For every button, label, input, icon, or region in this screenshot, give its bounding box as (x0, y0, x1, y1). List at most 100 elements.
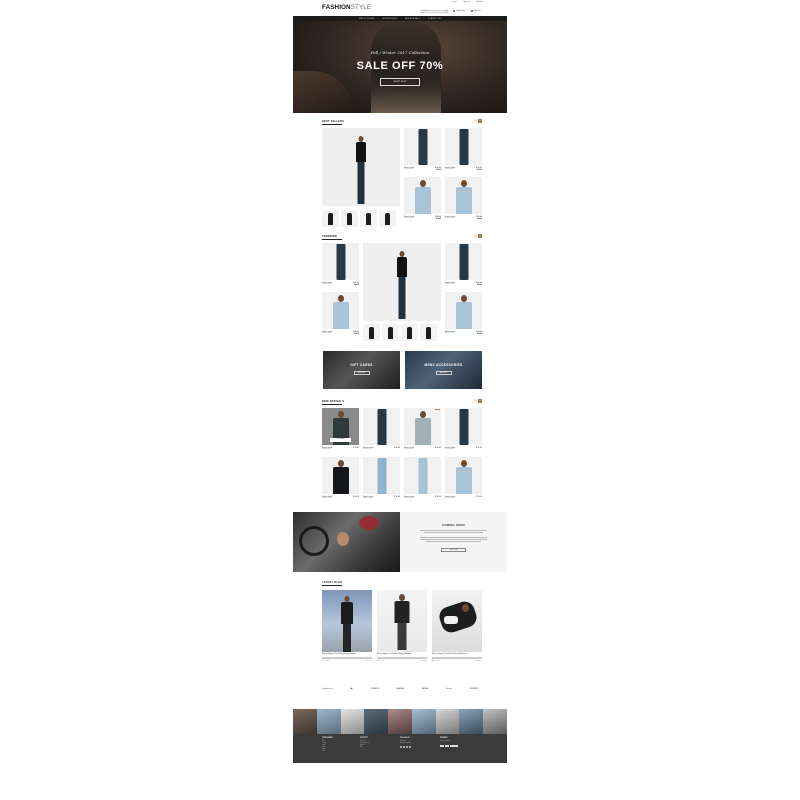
brand-logos: Signature ◉ CLINCH SAVILE BOSS Hemp CLIN… (322, 684, 478, 693)
featured-thumbnails (363, 324, 437, 341)
product-card[interactable]: Stretch jacket Fashion Style $ 30.00 $ 4… (445, 128, 482, 176)
mens-accessories-banner[interactable]: MENS ACCESSORIES SHOP NOW (405, 351, 482, 389)
blog-post-title[interactable]: Mens Instagrams That Make A Strong Diffe… (322, 654, 372, 656)
coming-soon-button[interactable]: SHOP NOW (441, 548, 466, 552)
read-more-link[interactable]: Read more (476, 661, 482, 662)
model-torso (341, 602, 353, 624)
blog-post[interactable]: Mens Instagrams That Make A Strong Diffe… (322, 590, 372, 662)
product-card[interactable]: Stretch jacket Fashion Style $ 30.00 (445, 457, 482, 505)
model-head (460, 295, 467, 302)
thumbnail[interactable] (401, 324, 418, 341)
next-arrow-icon[interactable]: › (478, 234, 482, 238)
product-card[interactable]: Stretch jacket Fashion Style $ 30.00 (322, 457, 359, 505)
product-card[interactable]: Stretch jacket Fashion Style $ 30.00 (363, 408, 400, 456)
nav-item-accessories[interactable]: ACCESSORIES (383, 18, 397, 20)
blog-excerpt-line (432, 656, 482, 658)
instagram-photo[interactable] (483, 709, 508, 734)
product-card[interactable]: Stretch jacket Fashion Style $ 30.00 (404, 457, 441, 505)
brand-logo[interactable]: ◉ (351, 687, 353, 690)
brand-logo[interactable]: CLINCH (370, 688, 378, 690)
featured-product[interactable] (363, 243, 441, 321)
instagram-photo[interactable] (316, 709, 341, 734)
instagram-photo[interactable] (364, 709, 389, 734)
blog-excerpt-line (322, 658, 372, 659)
nav-item-contact[interactable]: CONTACT US (428, 18, 441, 20)
product-card[interactable]: Stretch jacket Fashion Style $ 30.00 $ 4… (322, 243, 359, 291)
facebook-icon[interactable] (400, 746, 402, 748)
thumbnail[interactable] (382, 324, 399, 341)
text-line (420, 537, 487, 538)
product-card[interactable]: Stretch jacket Fashion Style $ 30.00 $ 4… (404, 177, 441, 225)
site-logo[interactable]: FASHIONSTYLE (322, 4, 371, 11)
thumbnail[interactable] (379, 210, 396, 227)
search-input[interactable]: Search... ⚲ (421, 10, 448, 13)
brand-logo[interactable]: Signature (322, 687, 333, 690)
instagram-photo[interactable] (411, 709, 436, 734)
jeans (377, 409, 386, 445)
product-card[interactable]: Stretch jacket Fashion Style $ 30.00 $ 4… (445, 177, 482, 225)
brand-logo[interactable]: Hemp (446, 688, 452, 690)
thumbnail[interactable] (322, 210, 339, 227)
blog-post-title[interactable]: Mens Instagrams That Make A Strong Diffe… (377, 654, 427, 656)
hero-shop-button[interactable]: SHOP NOW (380, 78, 420, 86)
instagram-photo[interactable] (435, 709, 460, 734)
wishlist-link[interactable]: Wishlist (476, 1, 483, 3)
brand-logo[interactable]: CLINCH (470, 688, 478, 690)
gift-cards-banner[interactable]: GIFT CARDS SHOP NOW (323, 351, 400, 389)
footer-link[interactable]: Sign up for updates (400, 743, 411, 745)
store-page: Log in Sign up Wishlist FASHIONSTYLE Sea… (293, 0, 508, 766)
nav-item-new-arrivals[interactable]: NEW ARRIVALS (405, 18, 420, 20)
thumbnail[interactable] (360, 210, 377, 227)
nav-item-men[interactable]: MEN CLOTHING (359, 18, 374, 20)
brand-logo[interactable]: SAVILE (397, 688, 405, 690)
quick-view-button[interactable]: QUICK VIEW (330, 438, 351, 442)
blog-post[interactable]: Mens Instagrams That Make A Strong Diffe… (432, 590, 482, 662)
cart-link[interactable]: My Cart (471, 10, 481, 13)
product-card[interactable]: Stretch jacket Fashion Style $ 30.00 $ 4… (445, 243, 482, 291)
twitter-icon[interactable] (403, 746, 405, 748)
brand-logo[interactable]: BOSS (422, 688, 428, 690)
instagram-photo[interactable] (459, 709, 484, 734)
footer-link[interactable]: Sale (322, 751, 332, 753)
thumbnail[interactable] (420, 324, 437, 341)
product-price: $ 30.00 (394, 495, 400, 498)
product-card[interactable]: Stretch jacket Fashion Style $ 30.00 $ 4… (445, 292, 482, 340)
mens-accessories-button[interactable]: SHOP NOW (435, 371, 452, 375)
footer-link[interactable]: FAQ (360, 747, 369, 749)
product-info: Stretch jacket Fashion Style $ 30.00 $ 4… (322, 329, 359, 340)
blog-post[interactable]: Mens Instagrams That Make A Strong Diffe… (377, 590, 427, 662)
search-icon[interactable]: ⚲ (445, 11, 446, 13)
gift-cards-button[interactable]: SHOP NOW (353, 371, 370, 375)
instagram-icon[interactable] (406, 746, 408, 748)
product-card[interactable]: Stretch jacket Fashion Style $ 30.00 $ 4… (404, 128, 441, 176)
thumbnail[interactable] (341, 210, 358, 227)
product-card[interactable]: Stretch jacket Fashion Style $ 30.00 $ 4… (322, 292, 359, 340)
product-card[interactable]: Stretch jacket Fashion Style $ 30.00 (363, 457, 400, 505)
jeans-figure (377, 409, 387, 445)
account-link[interactable]: My Account (453, 10, 466, 13)
best-sellers-pager: ‹ › (473, 119, 482, 123)
login-link[interactable]: Log in (452, 1, 457, 3)
next-arrow-icon[interactable]: › (478, 119, 482, 123)
prev-arrow-icon[interactable]: ‹ (473, 119, 477, 123)
product-brand: Fashion Style (404, 498, 414, 499)
next-arrow-icon[interactable]: › (478, 399, 482, 403)
signup-link[interactable]: Sign up (463, 1, 470, 3)
thumbnail[interactable] (363, 324, 380, 341)
pinterest-icon[interactable] (409, 746, 411, 748)
product-card[interactable]: QUICK VIEW Stretch jacket Fashion Style … (322, 408, 359, 456)
instagram-photo[interactable] (340, 709, 365, 734)
black-jacket (332, 467, 349, 494)
read-more-link[interactable]: Read more (421, 661, 427, 662)
blog-post-title[interactable]: Mens Instagrams That Make A Strong Diffe… (432, 654, 482, 656)
jacket-figure (414, 180, 431, 214)
featured-product[interactable] (322, 128, 400, 206)
prev-arrow-icon[interactable]: ‹ (473, 234, 477, 238)
prev-arrow-icon[interactable]: ‹ (473, 399, 477, 403)
product-card[interactable]: Stretch jacket Fashion Style $ 30.00 (445, 408, 482, 456)
read-more-link[interactable]: Read more (366, 661, 372, 662)
product-card[interactable]: SALE Stretch jacket Fashion Style $ 30.0… (404, 408, 441, 456)
instagram-photo[interactable] (388, 709, 412, 734)
product-price: $ 30.00 (476, 495, 482, 498)
instagram-photo[interactable] (293, 709, 317, 734)
